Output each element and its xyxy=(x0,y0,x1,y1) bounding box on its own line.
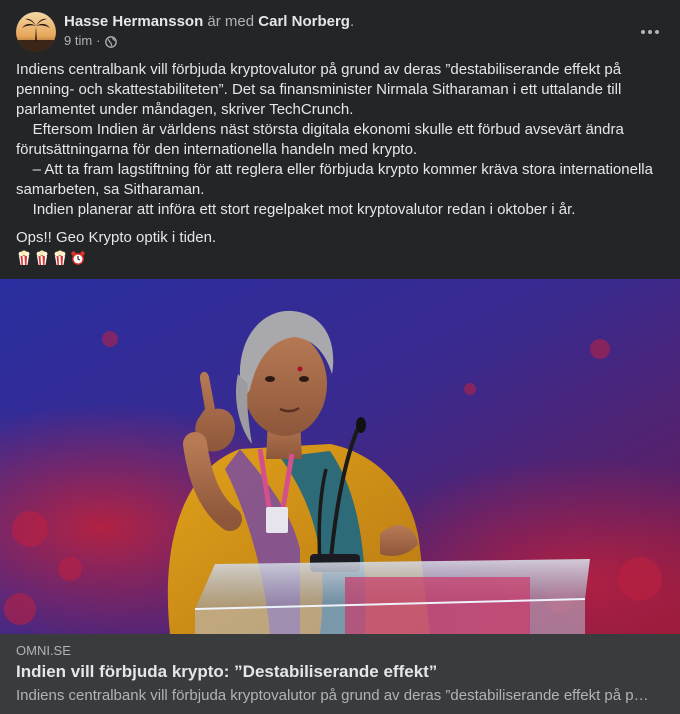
more-horizontal-icon[interactable] xyxy=(632,14,668,50)
avatar[interactable] xyxy=(16,12,56,52)
popcorn-icon xyxy=(16,250,32,266)
popcorn-icon xyxy=(52,250,68,266)
popcorn-icon xyxy=(34,250,50,266)
link-preview[interactable]: OMNI.SE Indien vill förbjuda krypto: ”De… xyxy=(0,634,680,714)
post-header: Hasse Hermansson är med Carl Norberg. 9 … xyxy=(16,12,664,52)
alarm-clock-icon xyxy=(70,250,86,266)
post-paragraph-1: Indiens centralbank vill förbjuda krypto… xyxy=(16,61,622,118)
post-body: Indiens centralbank vill förbjuda krypto… xyxy=(16,60,664,268)
post-paragraph-2: Eftersom Indien är världens näst största… xyxy=(16,121,628,158)
author-line: Hasse Hermansson är med Carl Norberg. xyxy=(64,12,354,32)
link-preview-image[interactable] xyxy=(0,279,680,634)
trailing-dot: . xyxy=(349,13,355,30)
link-domain: OMNI.SE xyxy=(16,643,71,658)
with-text: är med xyxy=(207,13,255,30)
post-card: Hasse Hermansson är med Carl Norberg. 9 … xyxy=(0,0,680,714)
link-title[interactable]: Indien vill förbjuda krypto: ”Destabilis… xyxy=(16,661,437,683)
post-paragraph-4: Indien planerar att införa ett stort reg… xyxy=(16,201,576,218)
emoji-row xyxy=(16,248,664,268)
post-time[interactable]: 9 tim xyxy=(64,32,92,50)
post-comment: Ops!! Geo Krypto optik i tiden. xyxy=(16,229,217,246)
tagged-name[interactable]: Carl Norberg xyxy=(258,13,350,30)
meta-separator: · xyxy=(96,33,101,48)
link-description: Indiens centralbank vill förbjuda krypto… xyxy=(16,687,656,704)
author-name[interactable]: Hasse Hermansson xyxy=(64,13,203,30)
globe-icon[interactable] xyxy=(104,35,117,48)
post-paragraph-3: – Att ta fram lagstiftning för att regle… xyxy=(16,161,658,198)
post-meta: 9 tim · xyxy=(64,32,117,50)
